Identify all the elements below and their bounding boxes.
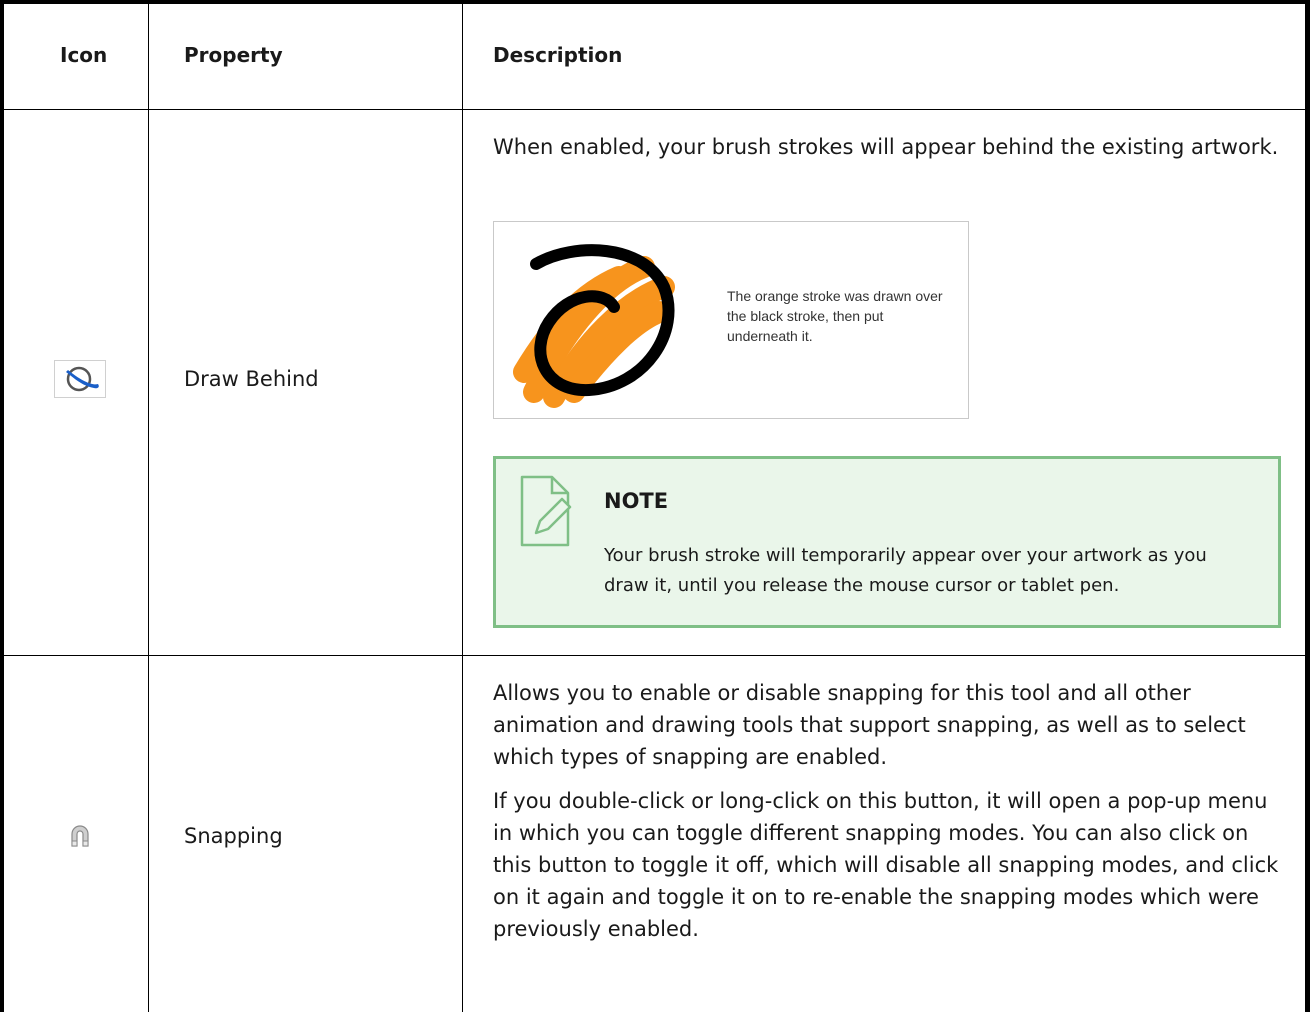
properties-table: Icon Property Description Draw Behind Wh… bbox=[0, 0, 1310, 1012]
row-divider bbox=[0, 655, 1310, 656]
magnet-icon bbox=[62, 820, 98, 852]
table-left-border bbox=[0, 0, 4, 1012]
header-description-column: Description bbox=[493, 43, 623, 67]
snapping-description: Allows you to enable or disable snapping… bbox=[493, 677, 1283, 945]
figure-caption: The orange stroke was drawn over the bla… bbox=[727, 288, 943, 344]
property-draw-behind: Draw Behind bbox=[184, 367, 319, 391]
note-box: NOTE Your brush stroke will temporarily … bbox=[493, 456, 1281, 628]
stroke-example-illustration bbox=[513, 244, 675, 408]
note-body: Your brush stroke will temporarily appea… bbox=[604, 545, 1207, 596]
draw-behind-description: When enabled, your brush strokes will ap… bbox=[493, 131, 1283, 163]
property-snapping: Snapping bbox=[184, 824, 283, 848]
description-paragraph: If you double-click or long-click on thi… bbox=[493, 789, 1279, 941]
draw-behind-icon bbox=[54, 360, 106, 398]
note-title: NOTE bbox=[604, 489, 669, 513]
header-icon-column: Icon bbox=[60, 43, 108, 67]
description-text: When enabled, your brush strokes will ap… bbox=[493, 135, 1279, 159]
column-divider bbox=[148, 0, 149, 1012]
table-right-border bbox=[1305, 0, 1310, 1012]
header-property-column: Property bbox=[184, 43, 283, 67]
draw-behind-example-figure: The orange stroke was drawn over the bla… bbox=[493, 221, 969, 419]
description-paragraph: Allows you to enable or disable snapping… bbox=[493, 681, 1246, 769]
note-pencil-icon bbox=[520, 475, 572, 547]
column-divider bbox=[462, 0, 463, 1012]
